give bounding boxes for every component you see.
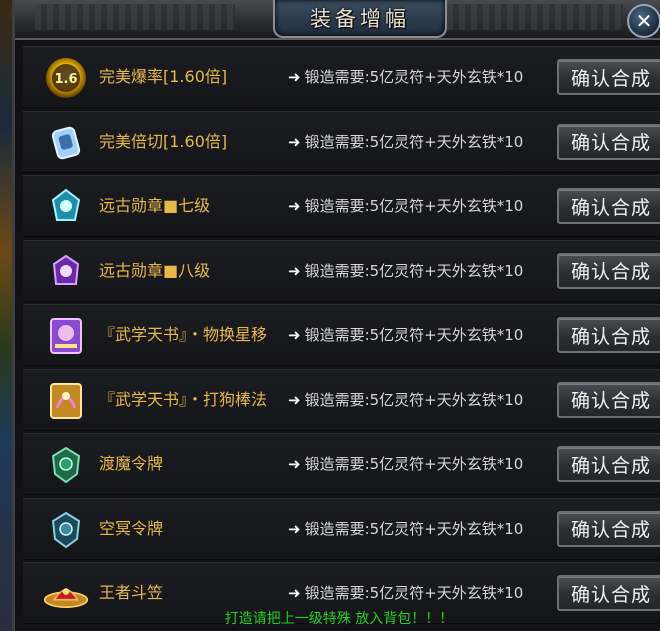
list-item: 1.6 完美爆率[1.60倍] ➜ 锻造需要:5亿灵符+天外玄铁*10 确认合成	[23, 46, 660, 108]
purple-medal-icon	[43, 249, 89, 295]
golden-badge-1.6-icon: 1.6	[43, 55, 89, 101]
list-item: 『武学天书』・物换星移 ➜ 锻造需要:5亿灵符+天外玄铁*10 确认合成	[23, 304, 660, 366]
requirement-text: ➜ 锻造需要:5亿灵符+天外玄铁*10	[288, 390, 524, 409]
requirement-text: ➜ 锻造需要:5亿灵符+天外玄铁*10	[288, 326, 524, 344]
item-list: 1.6 完美爆率[1.60倍] ➜ 锻造需要:5亿灵符+天外玄铁*10 确认合成 …	[23, 46, 660, 627]
close-icon: ✕	[635, 9, 653, 33]
header-ornament-left	[35, 4, 235, 30]
header-ornament-right	[423, 4, 623, 30]
arrow-right-icon: ➜	[288, 584, 301, 602]
requirement-text: ➜ 锻造需要:5亿灵符+天外玄铁*10	[288, 519, 524, 538]
golden-dragon-book-icon	[43, 378, 89, 424]
green-token-icon	[43, 442, 89, 488]
confirm-synthesis-button[interactable]: 确认合成	[557, 510, 660, 547]
requirement-text: ➜ 锻造需要:5亿灵符+天外玄铁*10	[288, 132, 524, 151]
item-name: 远古勋章■七级	[99, 196, 211, 215]
item-name: 『武学天书』・物换星移	[99, 325, 268, 344]
item-name: 远古勋章■八级	[99, 260, 211, 280]
window-header: 装备增幅 ✕	[15, 0, 660, 40]
arrow-right-icon: ➜	[288, 455, 301, 473]
confirm-synthesis-button[interactable]: 确认合成	[557, 188, 660, 224]
list-item: 空冥令牌 ➜ 锻造需要:5亿灵符+天外玄铁*10 确认合成	[23, 497, 660, 560]
arrow-right-icon: ➜	[288, 326, 301, 344]
window-title: 装备增幅	[310, 7, 410, 31]
equipment-enhance-window: 装备增幅 ✕ 1.6 完美爆率[1.60倍] ➜ 锻造需要:5亿灵符+天外玄铁*1…	[12, 0, 660, 631]
arrow-right-icon: ➜	[288, 261, 301, 280]
requirement-text: ➜ 锻造需要:5亿灵符+天外玄铁*10	[288, 197, 524, 215]
item-name: 渡魔令牌	[99, 454, 164, 473]
confirm-synthesis-button[interactable]: 确认合成	[557, 381, 660, 418]
arrow-right-icon: ➜	[288, 132, 301, 151]
close-button[interactable]: ✕	[627, 4, 660, 38]
arrow-right-icon: ➜	[288, 390, 301, 409]
arrow-right-icon: ➜	[288, 68, 301, 86]
confirm-synthesis-button[interactable]: 确认合成	[557, 446, 660, 482]
confirm-synthesis-button[interactable]: 确认合成	[557, 317, 660, 353]
arrow-right-icon: ➜	[288, 197, 301, 215]
cyan-medal-icon	[43, 184, 89, 230]
list-item: 完美倍切[1.60倍] ➜ 锻造需要:5亿灵符+天外玄铁*10 确认合成	[23, 110, 660, 173]
requirement-text: ➜ 锻造需要:5亿灵符+天外玄铁*10	[288, 261, 524, 280]
item-name: 空冥令牌	[99, 518, 164, 538]
item-name: 『武学天书』・打狗棒法	[99, 389, 268, 409]
list-item: 渡魔令牌 ➜ 锻造需要:5亿灵符+天外玄铁*10 确认合成	[23, 433, 660, 495]
list-item: 『武学天书』・打狗棒法 ➜ 锻造需要:5亿灵符+天外玄铁*10 确认合成	[23, 368, 660, 431]
footer-notice: 打造请把上一级特殊 放入背包！！！	[224, 611, 454, 627]
confirm-synthesis-button[interactable]: 确认合成	[557, 123, 660, 160]
blue-charm-icon	[43, 120, 89, 166]
confirm-synthesis-button[interactable]: 确认合成	[557, 59, 660, 95]
requirement-text: ➜ 锻造需要:5亿灵符+天外玄铁*10	[288, 455, 524, 473]
list-item: 远古勋章■八级 ➜ 锻造需要:5亿灵符+天外玄铁*10 确认合成	[23, 239, 660, 302]
purple-book-icon	[43, 313, 89, 359]
arrow-right-icon: ➜	[288, 519, 301, 538]
list-item: 远古勋章■七级 ➜ 锻造需要:5亿灵符+天外玄铁*10 确认合成	[23, 175, 660, 237]
item-name: 完美爆率[1.60倍]	[99, 67, 228, 86]
teal-token-icon	[43, 507, 89, 553]
badge-text: 1.6	[54, 72, 77, 87]
confirm-synthesis-button[interactable]: 确认合成	[557, 575, 660, 611]
requirement-text: ➜ 锻造需要:5亿灵符+天外玄铁*10	[288, 68, 524, 86]
title-plate: 装备增幅	[273, 0, 447, 38]
item-name: 完美倍切[1.60倍]	[99, 131, 228, 151]
confirm-synthesis-button[interactable]: 确认合成	[557, 252, 660, 289]
